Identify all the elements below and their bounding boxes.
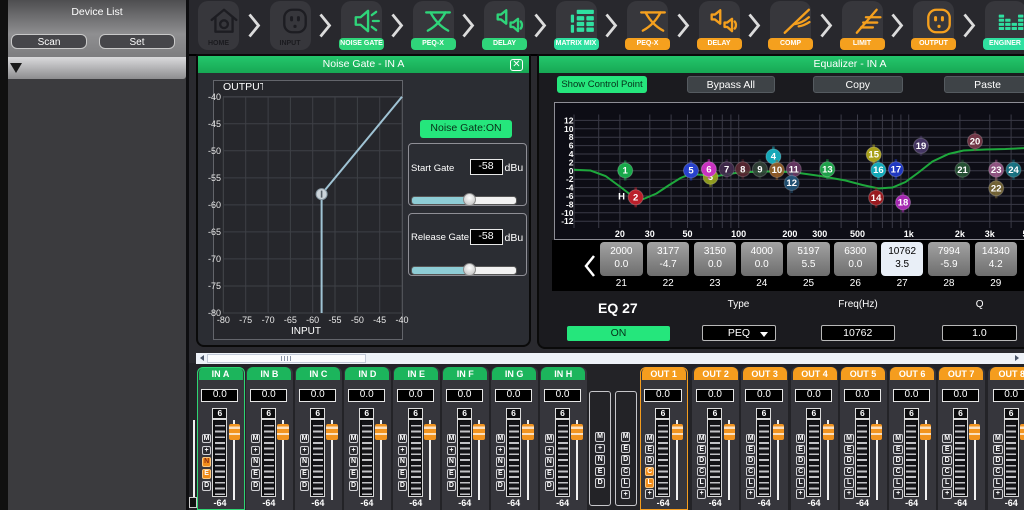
svg-text:16: 16	[873, 165, 884, 176]
svg-text:100: 100	[731, 229, 746, 239]
svg-text:5: 5	[688, 165, 694, 176]
svg-text:15: 15	[868, 149, 879, 160]
svg-text:23: 23	[990, 164, 1001, 175]
svg-text:18: 18	[897, 197, 908, 208]
svg-text:13: 13	[822, 164, 833, 175]
svg-text:30: 30	[644, 229, 654, 239]
svg-text:200: 200	[782, 229, 797, 239]
svg-text:2k: 2k	[954, 229, 965, 239]
svg-text:21: 21	[957, 164, 968, 175]
svg-text:22: 22	[990, 183, 1001, 194]
svg-text:20: 20	[614, 229, 624, 239]
svg-text:1: 1	[622, 165, 628, 176]
svg-text:H: H	[618, 191, 625, 202]
svg-text:10: 10	[771, 165, 782, 176]
svg-text:17: 17	[890, 164, 901, 175]
svg-text:7: 7	[724, 164, 729, 175]
svg-text:20: 20	[969, 136, 980, 147]
svg-text:50: 50	[682, 229, 692, 239]
svg-text:500: 500	[849, 229, 864, 239]
svg-text:3k: 3k	[984, 229, 995, 239]
svg-text:19: 19	[915, 141, 926, 152]
svg-text:14: 14	[870, 192, 881, 203]
svg-text:12: 12	[564, 115, 574, 125]
svg-text:1k: 1k	[903, 229, 914, 239]
svg-text:11: 11	[788, 164, 799, 175]
svg-text:24: 24	[1008, 164, 1019, 175]
svg-text:2: 2	[633, 192, 638, 203]
svg-text:9: 9	[757, 164, 762, 175]
svg-text:300: 300	[812, 229, 827, 239]
svg-text:8: 8	[740, 164, 745, 175]
svg-text:6: 6	[706, 164, 711, 175]
svg-text:12: 12	[786, 178, 797, 189]
